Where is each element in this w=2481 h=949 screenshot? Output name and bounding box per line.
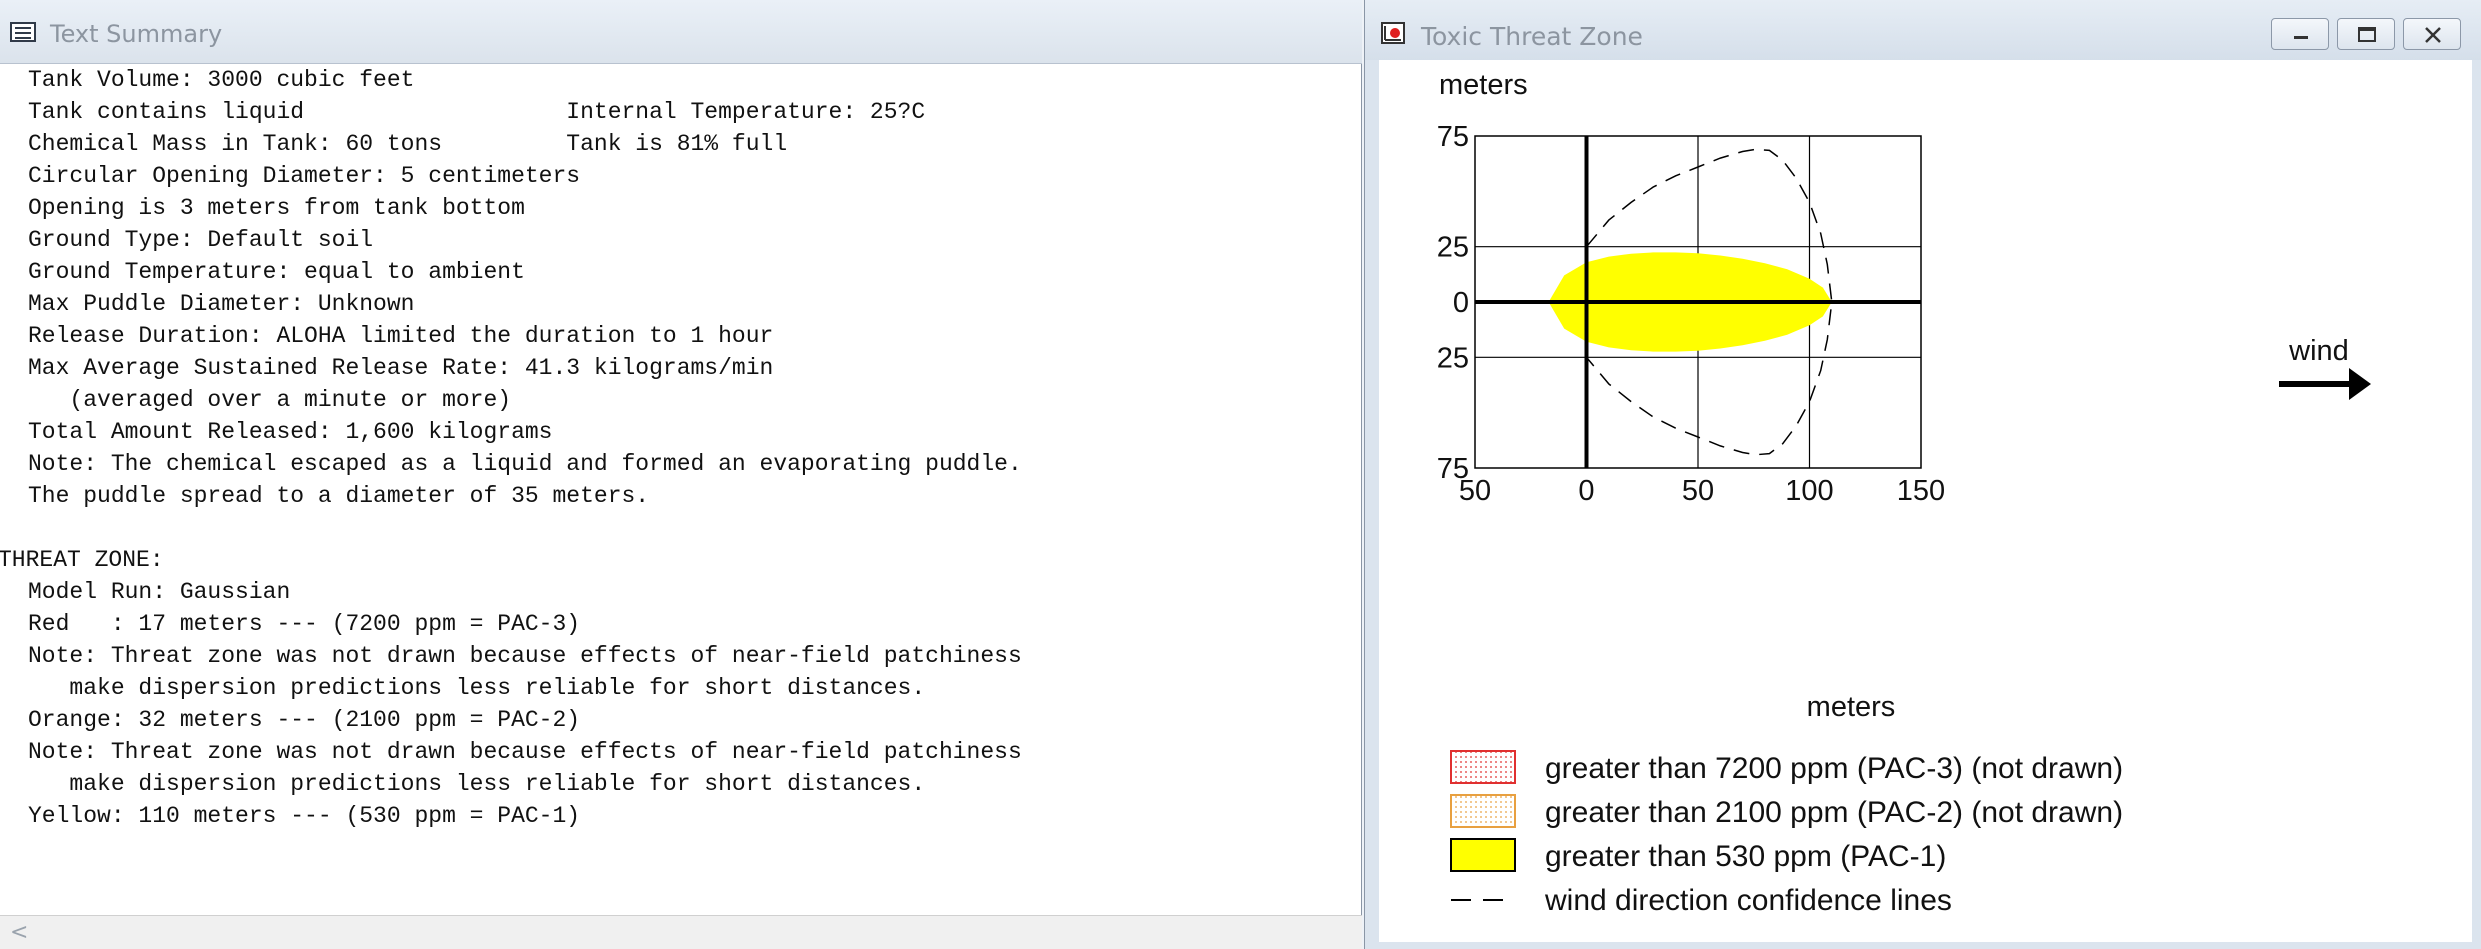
text-summary-titlebar[interactable]: Text Summary: [0, 0, 1362, 64]
summary-line: Max Puddle Diameter: Unknown: [28, 291, 415, 317]
summary-line: (averaged over a minute or more): [28, 387, 512, 413]
summary-line: Circular Opening Diameter: 5 centimeters: [28, 163, 581, 189]
maximize-icon: [2358, 27, 2376, 42]
y-tick-label: 0: [1453, 287, 1469, 319]
summary-line: Release Duration: ALOHA limited the dura…: [28, 323, 774, 349]
summary-line: Red : 17 meters --- (7200 ppm = PAC-3): [28, 611, 581, 637]
close-button[interactable]: [2403, 18, 2461, 50]
minimize-icon: [2294, 36, 2308, 39]
legend-label-pac1: greater than 530 ppm (PAC-1): [1545, 840, 1946, 873]
x-tick-label: 50: [1682, 475, 1714, 507]
scroll-left-icon[interactable]: <: [10, 920, 28, 945]
summary-line: The puddle spread to a diameter of 35 me…: [28, 483, 650, 509]
summary-line: make dispersion predictions less reliabl…: [28, 771, 926, 797]
summary-line: Ground Type: Default soil: [28, 227, 374, 253]
summary-line: Tank Volume: 3000 cubic feet: [28, 67, 415, 93]
summary-line: Tank contains liquid Internal Temperatur…: [28, 99, 926, 125]
x-tick-label: 150: [1897, 475, 1945, 507]
toxic-threat-zone-window: Toxic Threat Zone meters meters 50 0 50 …: [1364, 0, 2481, 949]
legend-label-confidence: wind direction confidence lines: [1544, 884, 1952, 917]
threat-zone-plot-area: meters meters 50 0 50 100 150 75 25 0 25 75 wind …: [1379, 60, 2472, 942]
summary-line: Note: Threat zone was not drawn because …: [28, 739, 1022, 765]
minimize-button[interactable]: [2271, 18, 2329, 50]
x-axis-label: meters: [1807, 691, 1896, 723]
close-icon: [2425, 27, 2441, 43]
legend-label-pac2: greater than 2100 ppm (PAC-2) (not drawn…: [1545, 796, 2123, 829]
summary-line: Ground Temperature: equal to ambient: [28, 259, 525, 285]
maximize-button[interactable]: [2337, 18, 2395, 50]
text-summary-title: Text Summary: [50, 20, 223, 48]
summary-line: Note: The chemical escaped as a liquid a…: [28, 451, 1022, 477]
summary-line: make dispersion predictions less reliabl…: [28, 675, 926, 701]
summary-line: Chemical Mass in Tank: 60 tons Tank is 8…: [28, 131, 788, 157]
x-tick-label: 0: [1578, 475, 1594, 507]
threat-zone-titlebar[interactable]: Toxic Threat Zone: [1365, 0, 2481, 60]
y-tick-label: 75: [1437, 453, 1469, 485]
wind-label: wind: [2288, 335, 2349, 367]
y-axis-label: meters: [1439, 69, 1528, 101]
y-tick-label: 25: [1437, 342, 1469, 374]
text-summary-window: Text Summary Tank Volume: 3000 cubic fee…: [0, 0, 1362, 949]
horizontal-scrollbar[interactable]: <: [0, 915, 1362, 949]
summary-line: Opening is 3 meters from tank bottom: [28, 195, 525, 221]
legend-swatch-pac2: [1450, 794, 1516, 828]
x-tick-label: 100: [1785, 475, 1833, 507]
y-tick-label: 75: [1437, 121, 1469, 153]
summary-text-body: Tank Volume: 3000 cubic feet Tank contain…: [0, 64, 1348, 914]
threat-zone-title: Toxic Threat Zone: [1421, 22, 1643, 51]
summary-line: THREAT ZONE:: [0, 547, 164, 573]
threat-zone-icon: [1381, 22, 1405, 44]
summary-line: Max Average Sustained Release Rate: 41.3…: [28, 355, 774, 381]
summary-line: Orange: 32 meters --- (2100 ppm = PAC-2): [28, 707, 581, 733]
legend-swatch-pac1: [1450, 838, 1516, 872]
threat-zone-chart: meters meters 50 0 50 100 150752502575 wind …: [1437, 69, 2371, 917]
y-tick-label: 25: [1437, 232, 1469, 264]
legend-label-pac3: greater than 7200 ppm (PAC-3) (not drawn…: [1545, 752, 2123, 785]
summary-line: Total Amount Released: 1,600 kilograms: [28, 419, 553, 445]
summary-line: Note: Threat zone was not drawn because …: [28, 643, 1022, 669]
summary-line: Yellow: 110 meters --- (530 ppm = PAC-1): [28, 803, 581, 829]
legend: greater than 7200 ppm (PAC-3) (not drawn…: [1450, 750, 2123, 917]
text-window-icon: [10, 22, 36, 42]
legend-swatch-pac3: [1450, 750, 1516, 784]
summary-line: Model Run: Gaussian: [28, 579, 291, 605]
wind-arrow-icon: [2279, 368, 2371, 400]
